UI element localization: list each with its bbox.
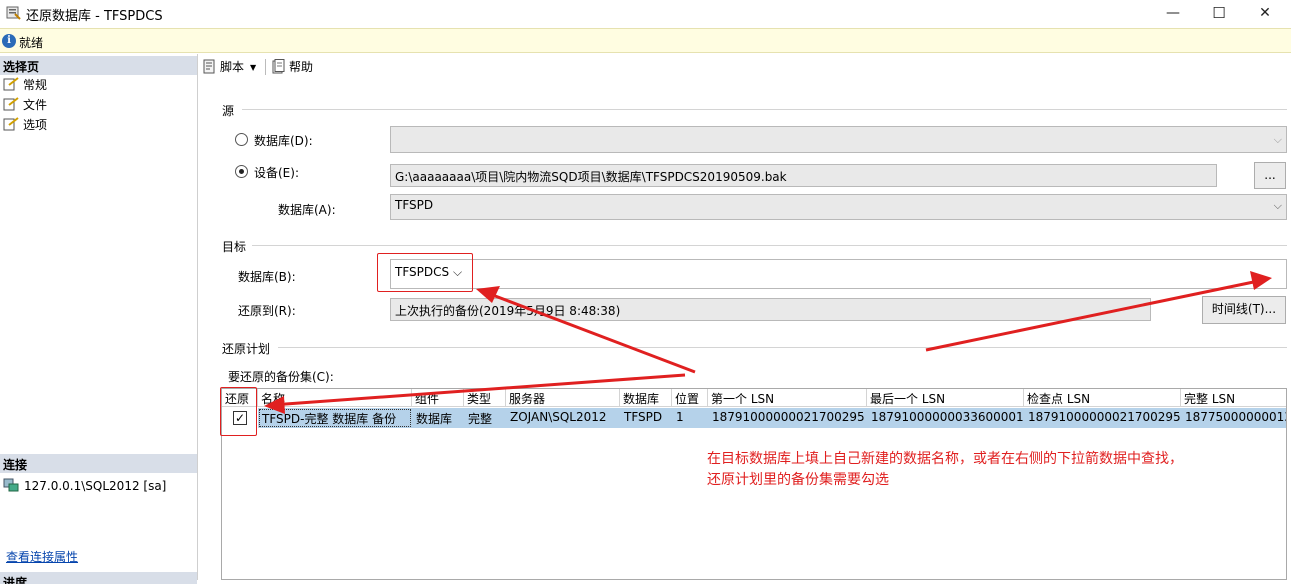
table-cell: TFSPD-完整 数据库 备份 [258, 408, 412, 428]
table-cell: 数据库 [412, 408, 464, 428]
toolbar-separator [265, 59, 266, 75]
status-bar: i 就绪 [0, 28, 1291, 53]
chevron-down-icon: ⌵ [1273, 133, 1282, 146]
page-item-label: 常规 [23, 78, 48, 92]
annotation-line: 在目标数据库上填上自己新建的数据名称，或者在右侧的下拉箭数据中查找， [707, 451, 1183, 467]
restore-to-field: 上次执行的备份(2019年5月9日 8:48:38) [390, 298, 1151, 321]
device-radio-label: 设备(E): [254, 166, 299, 180]
annotation-line: 还原计划里的备份集需要勾选 [707, 472, 889, 488]
restore-plan-heading: 还原计划 [222, 342, 271, 356]
column-header[interactable]: 最后一个 LSN [867, 389, 1024, 407]
page-item-files[interactable]: 文件 [3, 96, 47, 114]
target-database-combo[interactable]: TFSPDCS ⌵ [390, 259, 1287, 289]
annotation-text: 在目标数据库上填上自己新建的数据名称，或者在右侧的下拉箭数据中查找， 还原计划里… [707, 449, 1183, 491]
script-button[interactable]: 脚本 ▼ [202, 58, 256, 76]
select-page-header: 选择页 [0, 56, 197, 75]
column-header[interactable]: 类型 [464, 389, 506, 407]
device-path-field[interactable]: G:\aaaaaaaa\项目\院内物流SQD项目\数据库\TFSPDCS2019… [390, 164, 1217, 187]
highlight-box [220, 387, 257, 436]
restore-to-label: 还原到(R): [238, 304, 296, 318]
help-icon [272, 59, 285, 74]
column-header[interactable]: 位置 [672, 389, 708, 407]
status-text: 就绪 [19, 36, 44, 50]
app-icon [6, 6, 21, 20]
script-label: 脚本 [220, 60, 245, 74]
page-item-label: 文件 [23, 98, 48, 112]
column-header[interactable]: 组件 [412, 389, 464, 407]
target-heading: 目标 [222, 240, 247, 254]
table-cell: 18791000000021700295 [1024, 408, 1181, 428]
info-icon: i [2, 34, 16, 48]
table-cell: 18791000000021700295 [708, 408, 867, 428]
table-cell: 18791000000033600001 [867, 408, 1024, 428]
page-item-label: 选项 [23, 118, 48, 132]
chevron-down-icon[interactable]: ▼ [250, 63, 256, 72]
source-database-label: 数据库(A): [278, 203, 336, 217]
page-icon [3, 77, 19, 91]
script-icon [203, 59, 215, 74]
title-bar: 还原数据库 - TFSPDCS — ☐ ✕ [0, 0, 1291, 27]
database-radio-label: 数据库(D): [254, 134, 313, 148]
page-icon [3, 97, 19, 111]
source-database-select[interactable]: TFSPD ⌵ [390, 194, 1287, 220]
device-radio[interactable] [235, 165, 248, 178]
column-header[interactable]: 名称 [258, 389, 412, 407]
column-header[interactable]: 第一个 LSN [708, 389, 867, 407]
source-database-combo[interactable]: ⌵ [390, 126, 1287, 153]
left-pane: 选择页 常规 文件 选项 连接 127.0.0.1\SQL2012 [sa] 查… [0, 54, 198, 584]
timeline-button[interactable]: 时间线(T)... [1202, 296, 1286, 324]
page-icon [3, 117, 19, 131]
table-cell: ZOJAN\SQL2012 [506, 408, 620, 428]
help-button[interactable]: 帮助 [271, 58, 313, 76]
column-header[interactable]: 服务器 [506, 389, 620, 407]
highlight-box [377, 253, 473, 292]
toolbar: 脚本 ▼ 帮助 [199, 54, 1291, 80]
target-database-label: 数据库(B): [238, 270, 296, 284]
column-header[interactable]: 检查点 LSN [1024, 389, 1181, 407]
page-item-general[interactable]: 常规 [3, 76, 47, 94]
progress-header: 进度 [0, 572, 197, 584]
connection-item: 127.0.0.1\SQL2012 [sa] [3, 478, 166, 493]
page-item-options[interactable]: 选项 [3, 116, 47, 134]
table-cell: 完整 [464, 408, 506, 428]
divider [278, 347, 1287, 348]
maximize-button[interactable]: ☐ [1196, 0, 1242, 27]
connection-header: 连接 [0, 454, 197, 473]
radio-selected-dot [239, 169, 244, 174]
backup-sets-label: 要还原的备份集(C): [228, 370, 334, 384]
window-title: 还原数据库 - TFSPDCS [26, 9, 163, 24]
divider [242, 109, 1287, 110]
table-cell: TFSPD [620, 408, 672, 428]
source-database-value: TFSPD [395, 198, 434, 212]
chevron-down-icon: ⌵ [1273, 199, 1282, 212]
table-cell: 18775000000013600001 [1181, 408, 1286, 428]
view-connection-properties-link[interactable]: 查看连接属性 [6, 548, 78, 565]
table-cell: 1 [672, 408, 708, 428]
connection-label: 127.0.0.1\SQL2012 [sa] [24, 479, 167, 493]
divider [252, 245, 1287, 246]
database-radio[interactable] [235, 133, 248, 146]
column-header[interactable]: 完整 LSN [1181, 389, 1286, 407]
help-label: 帮助 [289, 60, 314, 74]
browse-button[interactable]: ... [1254, 162, 1286, 189]
minimize-button[interactable]: — [1150, 0, 1196, 27]
close-button[interactable]: ✕ [1242, 0, 1288, 27]
source-heading: 源 [222, 104, 235, 118]
column-header[interactable]: 数据库 [620, 389, 672, 407]
table-row[interactable]: ✓ TFSPD-完整 数据库 备份 数据库 完整 ZOJAN\SQL2012 T… [222, 408, 1286, 428]
server-icon [3, 478, 19, 492]
